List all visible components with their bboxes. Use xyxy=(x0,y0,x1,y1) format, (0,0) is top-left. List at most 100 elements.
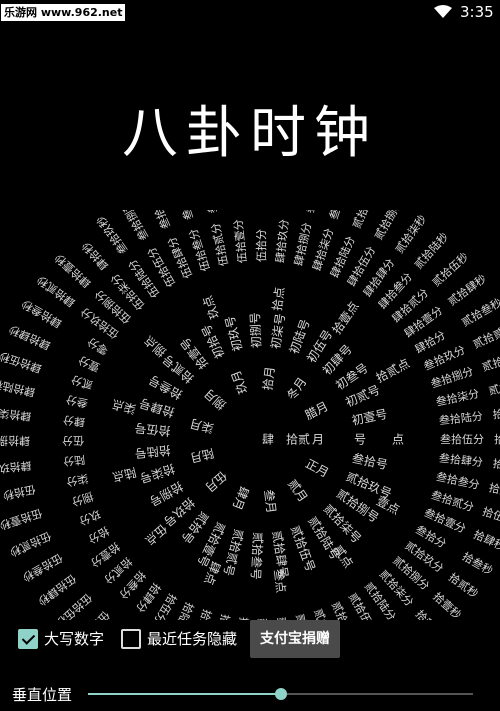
minute-ring-item: 叁拾叁分 xyxy=(435,469,481,492)
month-ring-item: 陆月 xyxy=(189,446,216,466)
second-ring-item: 叁拾陆秒 xyxy=(169,210,196,222)
second-ring-item: 肆拾捌秒 xyxy=(0,434,30,448)
hour-ring-item: 拾壹点 xyxy=(329,299,362,337)
hour-ring-item: 捌点 xyxy=(141,333,169,360)
month-ring-item: 柒月 xyxy=(188,416,215,435)
second-ring-item: 拾壹秒 xyxy=(430,589,464,620)
month-ring-item: 正月 xyxy=(303,457,331,481)
month-ring-item: 肆月 xyxy=(230,484,252,511)
day-ring-item: 拾伍号 xyxy=(134,421,171,440)
second-ring-item: 肆拾柒秒 xyxy=(0,405,32,424)
second-ring-item: 拾叁秒 xyxy=(460,549,496,578)
second-ring-item: 拾玖秒 xyxy=(492,404,500,421)
wifi-icon xyxy=(434,5,452,18)
month-ring-item: 玖月 xyxy=(229,368,251,395)
vertical-position-slider[interactable] xyxy=(88,688,473,700)
minute-ring-item: 零分 xyxy=(85,335,111,357)
uppercase-digits-label[interactable]: 大写数字 xyxy=(44,628,104,649)
hour-ring-item: 点 xyxy=(392,433,404,447)
day-ring-item: 号 xyxy=(354,433,366,447)
minute-ring-item: 陆分 xyxy=(62,453,85,469)
day-ring-item: 初玖号 xyxy=(223,314,246,352)
slider-fill xyxy=(88,693,281,695)
hour-ring-item: 陆点 xyxy=(111,465,138,485)
minute-ring-item: 叁拾柒分 xyxy=(434,386,480,409)
hour-ring-item: 叁点 xyxy=(271,568,289,594)
watermark-logo: 乐游网 www.962.net xyxy=(1,4,126,21)
minute-ring-item: 伍拾贰分 xyxy=(208,222,231,268)
second-ring-item: 拾肆秒 xyxy=(471,527,500,553)
month-ring-item: 腊月 xyxy=(303,399,331,423)
day-ring-item: 叁拾号 xyxy=(351,450,389,472)
second-ring-item: 伍拾壹秒 xyxy=(0,506,44,533)
second-ring-item: 伍拾秒 xyxy=(2,482,37,503)
vertical-position-row: 垂直位置 xyxy=(0,680,500,708)
second-ring-item: 叁拾柒秒 xyxy=(142,210,173,231)
minute-ring-item: 肆分 xyxy=(62,413,85,428)
day-ring-item: 贰拾叁号 xyxy=(248,532,265,581)
minute-ring-item: 伍拾分 xyxy=(254,229,268,262)
minute-ring-item: 肆拾玖分 xyxy=(273,218,292,263)
second-ring-item: 贰拾叁秒 xyxy=(459,295,500,329)
minute-ring-item: 柒分 xyxy=(65,471,89,488)
month-ring-item: 冬月 xyxy=(283,374,309,402)
hour-ring-item: 伍点 xyxy=(142,521,169,547)
minute-ring-item: 叁拾肆分 xyxy=(438,451,483,470)
hide-recent-tasks-label[interactable]: 最近任务隐藏 xyxy=(147,628,237,649)
month-ring-item: 叁月 xyxy=(262,489,280,515)
day-ring-item: 拾肆号 xyxy=(137,396,176,421)
page-title: 八卦时钟 xyxy=(122,101,378,166)
month-ring-item: 捌月 xyxy=(201,386,229,413)
month-ring-item: 月 xyxy=(312,433,324,447)
options-row: 大写数字 最近任务隐藏 支付宝捐赠 xyxy=(0,618,500,662)
second-ring-item: 肆拾秒 xyxy=(79,239,111,273)
month-ring-item: 贰月 xyxy=(285,476,311,504)
hour-ring-item: 柒点 xyxy=(111,397,138,416)
uppercase-digits-checkbox[interactable] xyxy=(18,629,38,649)
hour-ring-item: 拾贰点 xyxy=(373,355,412,385)
second-ring-item: 叁拾伍秒 xyxy=(197,210,220,215)
minute-ring-item: 叁拾陆分 xyxy=(438,409,483,428)
status-time: 3:35 xyxy=(460,3,494,21)
second-ring-item: 伍拾贰秒 xyxy=(7,529,53,560)
second-ring-item: 贰拾玖秒 xyxy=(349,210,380,231)
year-center-item: 肆 xyxy=(262,433,274,447)
second-ring-item: 贰拾贰秒 xyxy=(471,320,500,351)
day-ring-item: 拾陆号 xyxy=(134,443,171,462)
second-ring-item: 贰拾秒 xyxy=(487,377,500,398)
month-ring-item: 拾月 xyxy=(260,366,278,392)
minute-ring-item: 捌分 xyxy=(70,489,95,509)
second-ring-item: 拾伍秒 xyxy=(481,504,500,528)
year-center-item: 拾贰 xyxy=(286,432,310,447)
minute-ring-item: 玖分 xyxy=(77,507,102,528)
bagua-clock-dial: 月腊月冬月拾月玖月捌月柒月陆月伍月肆月 叁月 贰月正月号初壹号初贰号初叁号初肆号初伍… xyxy=(0,210,500,620)
hide-recent-tasks-checkbox[interactable] xyxy=(121,629,141,649)
vertical-position-label: 垂直位置 xyxy=(12,686,73,704)
second-ring-item: 肆拾玖秒 xyxy=(0,458,32,477)
second-ring-item: 伍拾叁秒 xyxy=(20,551,65,585)
second-ring-item: 贰拾壹秒 xyxy=(480,347,500,374)
month-ring-item: 伍月 xyxy=(202,468,229,494)
second-ring-item: 拾捌秒 xyxy=(494,432,500,446)
minute-ring-item: 叁拾伍分 xyxy=(440,432,484,446)
alipay-donate-button[interactable]: 支付宝捐赠 xyxy=(250,620,340,658)
day-ring-item: 初捌号 xyxy=(247,312,264,349)
minute-ring-item: 壹分 xyxy=(76,353,101,374)
status-bar: 乐游网 www.962.net 3:35 xyxy=(0,0,500,26)
second-ring-item: 肆拾肆秒 xyxy=(7,322,53,353)
second-ring-item: 叁拾壹秒 xyxy=(302,210,325,214)
day-ring-item: 拾柒号 xyxy=(138,461,177,486)
minute-ring-item: 叁分 xyxy=(65,393,89,411)
slider-thumb[interactable] xyxy=(274,688,287,700)
day-ring-item: 初壹号 xyxy=(351,407,389,428)
minute-ring-item: 贰分 xyxy=(69,372,94,392)
second-ring-item: 肆拾陆秒 xyxy=(0,377,36,400)
second-ring-item: 肆拾叁秒 xyxy=(19,297,64,331)
hour-ring-item: 玖点 xyxy=(200,294,222,321)
minute-ring-item: 肆拾捌分 xyxy=(291,221,314,267)
day-ring-item: 初柒号 xyxy=(268,312,287,350)
second-ring-item: 肆拾伍秒 xyxy=(0,349,43,376)
second-ring-item: 拾陆秒 xyxy=(488,480,500,501)
minute-ring-item: 拾分 xyxy=(86,524,112,547)
second-ring-item: 叁拾秒 xyxy=(326,210,350,221)
